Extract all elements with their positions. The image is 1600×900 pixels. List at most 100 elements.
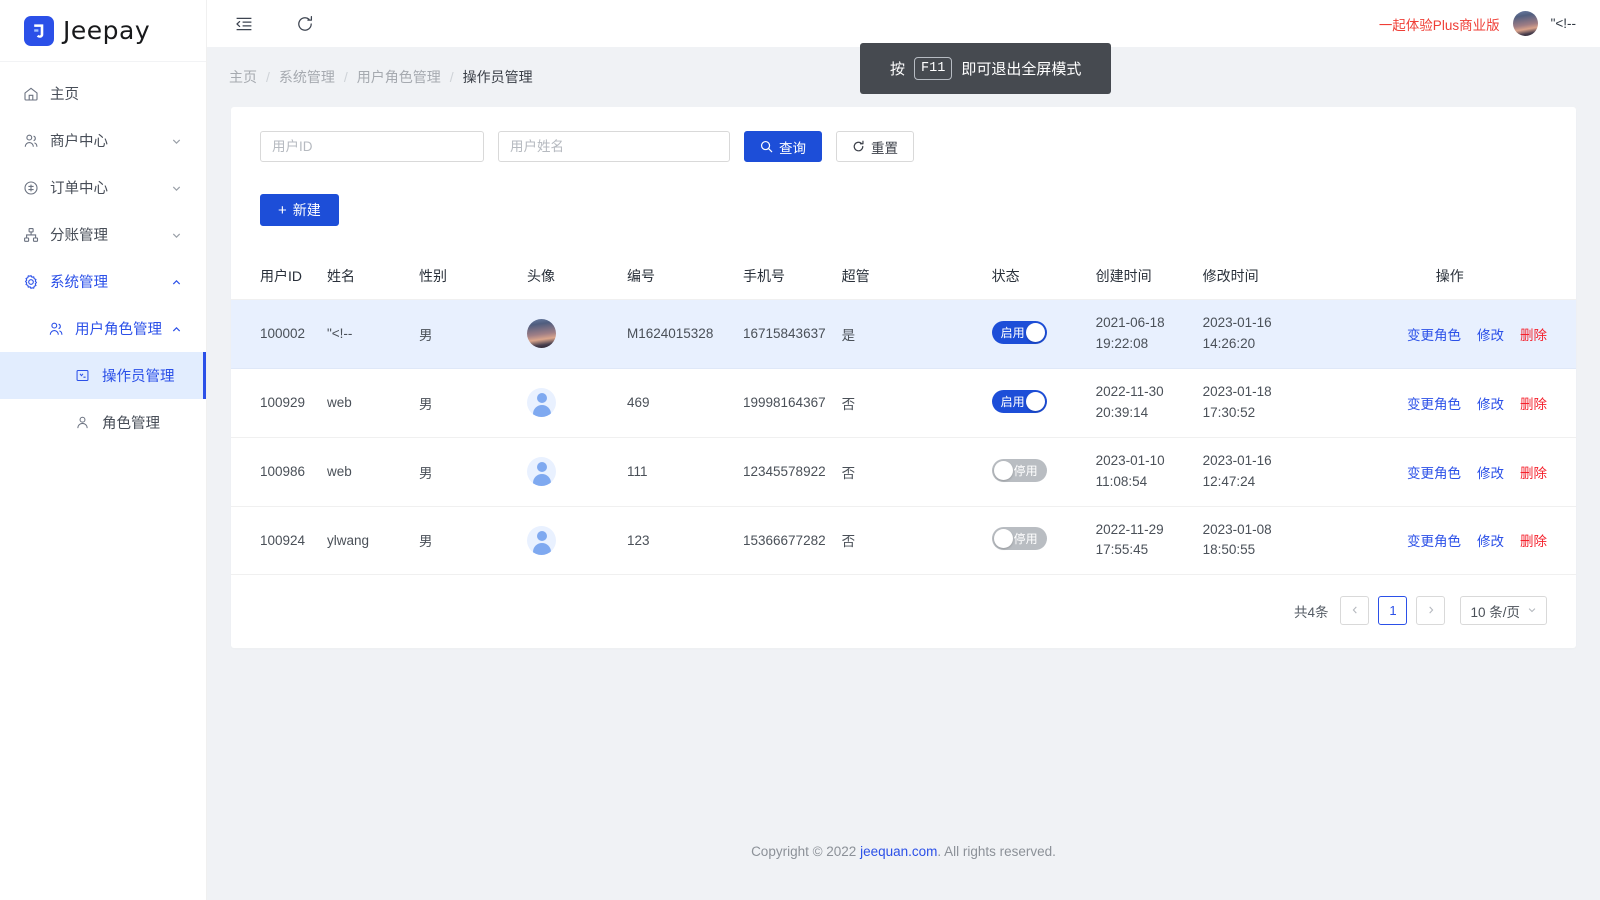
edit-link[interactable]: 修改: [1477, 462, 1504, 482]
cell-operations: 变更角色修改删除: [1345, 437, 1576, 506]
row-actions: 变更角色修改删除: [1353, 462, 1547, 482]
sidebar-item-label: 商户中心: [50, 130, 171, 151]
cell-number: 123: [619, 506, 735, 575]
table-row[interactable]: 100924ylwang男12315366677282否停用2022-11-29…: [231, 506, 1576, 575]
users-icon: [47, 320, 64, 337]
cell-avatar: [519, 300, 619, 369]
date-part: 2023-01-10: [1096, 451, 1187, 472]
app-root: Jeepay 主页: [0, 0, 1600, 900]
reset-button[interactable]: 重置: [836, 131, 914, 162]
cell-superuser: 否: [834, 506, 984, 575]
search-input-user-name[interactable]: [498, 131, 730, 162]
new-button-label: 新建: [293, 200, 321, 220]
col-gender: 性别: [411, 253, 519, 300]
sidebar-item-label: 订单中心: [50, 177, 171, 198]
time-part: 17:30:52: [1203, 403, 1337, 424]
footer-link[interactable]: jeequan.com: [860, 844, 937, 859]
sidebar-item-split-management[interactable]: 分账管理: [0, 211, 206, 258]
status-toggle-label: 启用: [1001, 324, 1025, 341]
sidebar-item-home[interactable]: 主页: [0, 70, 206, 117]
search-button[interactable]: 查询: [744, 131, 822, 162]
date-part: 2023-01-18: [1203, 382, 1337, 403]
search-icon: [760, 140, 773, 153]
cell-created-time: 2022-11-3020:39:14: [1088, 368, 1195, 437]
breadcrumb-separator: /: [450, 69, 454, 85]
edit-link[interactable]: 修改: [1477, 324, 1504, 344]
plus-icon: +: [278, 202, 287, 219]
plus-commercial-link[interactable]: 一起体验Plus商业版: [1379, 14, 1500, 34]
delete-link[interactable]: 删除: [1520, 324, 1547, 344]
toolbar: + 新建: [231, 194, 1576, 226]
table-row[interactable]: 100002"<!--男M162401532816715843637是启用202…: [231, 300, 1576, 369]
cell-gender: 男: [411, 368, 519, 437]
cell-name: ylwang: [319, 506, 411, 575]
delete-link[interactable]: 删除: [1520, 530, 1547, 550]
change-role-link[interactable]: 变更角色: [1407, 462, 1461, 482]
status-toggle[interactable]: 停用: [992, 527, 1047, 550]
reload-icon[interactable]: [290, 9, 320, 39]
status-toggle[interactable]: 停用: [992, 459, 1047, 482]
sidebar-item-role-management[interactable]: 角色管理: [0, 399, 206, 446]
row-actions: 变更角色修改删除: [1353, 393, 1547, 413]
chevron-up-icon: [171, 276, 182, 287]
time-part: 14:26:20: [1203, 334, 1337, 355]
gear-icon: [22, 273, 39, 290]
edit-link[interactable]: 修改: [1477, 393, 1504, 413]
pagination-prev-button[interactable]: [1340, 596, 1369, 625]
table-header-row: 用户ID 姓名 性别 头像 编号 手机号 超管 状态 创建时间 修改时间 操作: [231, 253, 1576, 300]
change-role-link[interactable]: 变更角色: [1407, 530, 1461, 550]
date-part: 2023-01-16: [1203, 313, 1337, 334]
page-size-label: 10 条/页: [1470, 601, 1520, 621]
sidebar-item-order-center[interactable]: 订单中心: [0, 164, 206, 211]
current-user-name[interactable]: "<!--: [1551, 16, 1576, 31]
order-icon: [22, 179, 39, 196]
status-toggle[interactable]: 启用: [992, 321, 1047, 344]
sidebar-item-label: 系统管理: [50, 271, 171, 292]
pagination-page-1[interactable]: 1: [1378, 596, 1407, 625]
reload-icon: [852, 140, 865, 153]
sidebar-item-label: 用户角色管理: [75, 318, 171, 339]
avatar[interactable]: [1513, 11, 1538, 36]
cell-avatar: [519, 368, 619, 437]
content: 查询 重置 +: [207, 107, 1600, 859]
page-size-select[interactable]: 10 条/页: [1460, 596, 1547, 625]
sidebar-item-label: 分账管理: [50, 224, 171, 245]
new-button[interactable]: + 新建: [260, 194, 339, 226]
breadcrumb-item-1[interactable]: 系统管理: [279, 67, 335, 87]
breadcrumb-separator: /: [266, 69, 270, 85]
sidebar-item-merchant-center[interactable]: 商户中心: [0, 117, 206, 164]
menu-fold-icon[interactable]: [229, 9, 259, 39]
delete-link[interactable]: 删除: [1520, 393, 1547, 413]
date-part: 2022-11-30: [1096, 382, 1187, 403]
breadcrumb-item-2[interactable]: 用户角色管理: [357, 67, 441, 87]
time-part: 11:08:54: [1096, 472, 1187, 493]
pagination-next-button[interactable]: [1416, 596, 1445, 625]
sidebar-item-operator-management[interactable]: 操作员管理: [0, 352, 206, 399]
cell-modified-time: 2023-01-1612:47:24: [1195, 437, 1345, 506]
cell-phone: 19998164367: [735, 368, 834, 437]
status-toggle-label: 停用: [1014, 530, 1038, 547]
delete-link[interactable]: 删除: [1520, 462, 1547, 482]
col-superuser: 超管: [834, 253, 984, 300]
main-area: 一起体验Plus商业版 "<!-- 按 F11 即可退出全屏模式 主页 / 系统…: [207, 0, 1600, 900]
cell-created-time: 2023-01-1011:08:54: [1088, 437, 1195, 506]
row-actions: 变更角色修改删除: [1353, 324, 1547, 344]
status-toggle[interactable]: 启用: [992, 390, 1047, 413]
brand-logo[interactable]: Jeepay: [0, 0, 206, 62]
col-operations: 操作: [1345, 253, 1576, 300]
users-icon: [22, 132, 39, 149]
sidebar-item-user-role-management[interactable]: 用户角色管理: [0, 305, 206, 352]
sidebar-item-system-management[interactable]: 系统管理: [0, 258, 206, 305]
search-input-user-id[interactable]: [260, 131, 484, 162]
cell-user-id: 100986: [231, 437, 319, 506]
change-role-link[interactable]: 变更角色: [1407, 393, 1461, 413]
table-row[interactable]: 100986web男11112345578922否停用2023-01-1011:…: [231, 437, 1576, 506]
edit-link[interactable]: 修改: [1477, 530, 1504, 550]
col-modified: 修改时间: [1195, 253, 1345, 300]
date-part: 2022-11-29: [1096, 520, 1187, 541]
chevron-down-icon: [171, 135, 182, 146]
breadcrumb-item-0[interactable]: 主页: [229, 67, 257, 87]
col-number: 编号: [619, 253, 735, 300]
table-row[interactable]: 100929web男46919998164367否启用2022-11-3020:…: [231, 368, 1576, 437]
change-role-link[interactable]: 变更角色: [1407, 324, 1461, 344]
